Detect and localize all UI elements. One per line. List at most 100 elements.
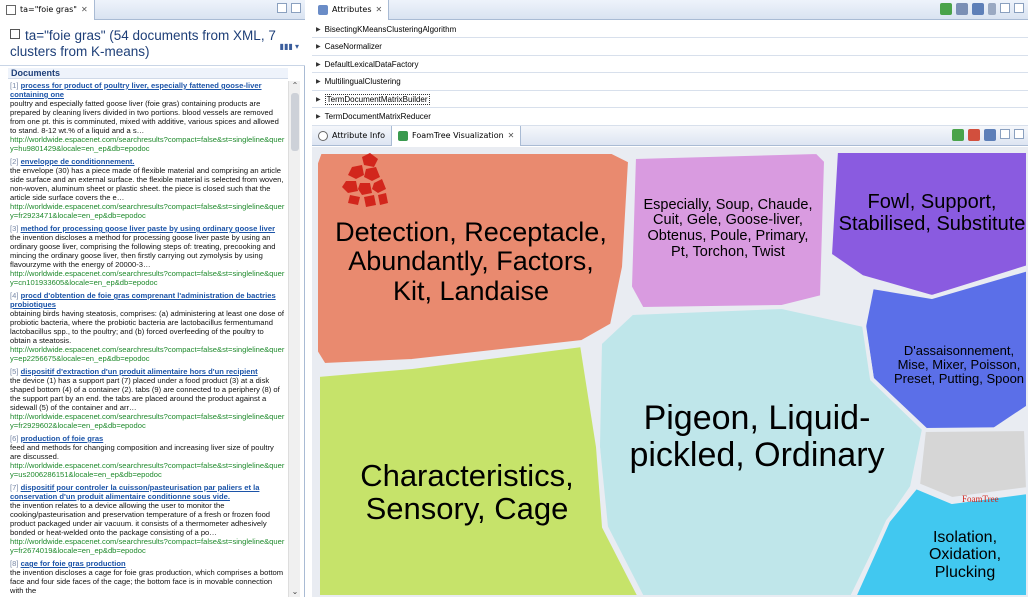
minimize-icon[interactable] [277,3,287,13]
attribute-group-row[interactable]: ▶ BisectingKMeansClusteringAlgorithm [312,21,1028,38]
doc-url-link[interactable]: http://worldwide.espacenet.com/searchres… [10,202,286,220]
close-icon[interactable]: ✕ [508,131,515,140]
cluster-label-6: Isolation, Oxidation, Plucking [928,529,1002,581]
tab-foamtree[interactable]: FoamTree Visualization ✕ [392,125,522,146]
maximize-icon[interactable] [291,3,301,13]
tab-documents[interactable]: ta="foie gras" ✕ [0,0,95,20]
doc-title-link[interactable]: cage for foie gras production [21,559,126,568]
close-icon[interactable]: ✕ [81,5,88,14]
doc-number: [2] [10,157,19,166]
tab-attributes-label: Attributes [332,5,372,14]
group-attributes-icon[interactable] [940,3,952,15]
list-item[interactable]: [4] procd d'obtention de foie gras compr… [10,291,286,363]
doc-snippet: feed and methods for changing compositio… [10,443,274,461]
scroll-down-icon[interactable]: ⌄ [290,587,300,597]
expand-triangle-icon[interactable]: ▶ [316,96,321,103]
attribute-group-label: MultilingualClustering [324,77,401,86]
save-icon[interactable] [984,129,996,141]
attributes-tabbar: Attributes ✕ [312,0,1028,20]
doc-url-link[interactable]: http://worldwide.espacenet.com/searchres… [10,461,286,479]
doc-url-link[interactable]: http://worldwide.espacenet.com/searchres… [10,269,286,287]
list-item[interactable]: [6] production of foie gras feed and meth… [10,434,286,479]
doc-snippet: obtaining birds having steatosis, compri… [10,309,284,345]
list-item[interactable]: [8] cage for foie gras production the inv… [10,559,286,595]
sort-icon[interactable] [956,3,968,15]
doc-url-link[interactable]: http://worldwide.espacenet.com/searchres… [10,345,286,363]
doc-title-link[interactable]: enveloppe de conditionnement. [21,157,135,166]
list-item[interactable]: [5] dispositif d'extraction d'un produit… [10,367,286,430]
foamtree-toolbar [952,129,1024,141]
attribute-group-label: DefaultLexicalDataFactory [324,59,419,69]
logo-cell [915,426,1028,502]
attributes-toolbar [940,3,1024,15]
view-menu-icon[interactable]: ▮▮▮ ▾ [280,39,299,55]
expand-triangle-icon[interactable]: ▶ [316,113,321,120]
attribute-group-row[interactable]: ▶ CaseNormalizer [312,38,1028,56]
expand-triangle-icon[interactable]: ▶ [316,78,321,85]
doc-url-link[interactable]: http://worldwide.espacenet.com/searchres… [10,537,286,555]
documents-section-label: Documents [8,68,288,79]
tab-documents-label: ta="foie gras" [20,5,77,14]
foamtree-view: Attribute Info FoamTree Visualization ✕ … [312,125,1028,597]
doc-number: [7] [10,483,19,492]
doc-number: [5] [10,367,19,376]
doc-snippet: the invention discloses a cage for foie … [10,568,284,595]
list-item[interactable]: [2] enveloppe de conditionnement. the env… [10,157,286,220]
doc-number: [3] [10,224,19,233]
doc-title-link[interactable]: procd d'obtention de foie gras comprenan… [10,291,276,309]
maximize-icon[interactable] [1014,3,1024,13]
doc-number: [8] [10,559,19,568]
scroll-up-icon[interactable]: ⌃ [290,81,300,91]
scrollbar-thumb[interactable] [291,93,299,151]
attribute-group-row[interactable]: ▶ DefaultLexicalDataFactory [312,56,1028,73]
help-icon [318,130,328,141]
attributes-icon [318,4,328,15]
cluster-label-3: D'assaisonnement, Mise, Mixer, Poisson, … [893,342,1025,387]
expand-triangle-icon[interactable]: ▶ [316,26,321,33]
expand-triangle-icon[interactable]: ▶ [316,61,321,68]
refresh-icon[interactable] [952,129,964,141]
list-item[interactable]: [3] method for processing goose liver pa… [10,224,286,287]
doc-title-link[interactable]: dispositif d'extraction d'un produit ali… [21,367,258,376]
attribute-group-row[interactable]: ▶ TermDocumentMatrixReducer [312,108,1028,126]
doc-url-link[interactable]: http://worldwide.espacenet.com/searchres… [10,135,286,153]
tab-attribute-info-label: Attribute Info [332,131,386,140]
close-icon[interactable]: ✕ [376,5,383,14]
doc-title-link[interactable]: dispositif pour controler la cuisson/pas… [10,483,259,501]
tab-attribute-info[interactable]: Attribute Info [312,125,393,146]
cluster-label-4: Pigeon, Liquid-pickled, Ordinary [629,399,885,474]
minimize-icon[interactable] [1000,129,1010,139]
list-item[interactable]: [1] process for product of poultry liver… [10,81,286,153]
doc-title-link[interactable]: process for product of poultry liver, es… [10,81,262,99]
tab-attributes[interactable]: Attributes ✕ [312,0,390,20]
view-menu-icon[interactable] [988,3,996,15]
attributes-view: Attributes ✕ ▶ BisectingKMeansClusteringA… [312,0,1028,126]
cluster-label-5: Characteristics, Sensory, Cage [360,457,574,526]
list-item[interactable]: [7] dispositif pour controler la cuisson… [10,483,286,555]
doc-url-link[interactable]: http://worldwide.espacenet.com/searchres… [10,412,286,430]
expand-triangle-icon[interactable]: ▶ [316,43,321,50]
foamtree-logo-text: FoamTree [962,494,999,504]
doc-title-link[interactable]: production of foie gras [21,434,104,443]
attribute-group-label: TermDocumentMatrixBuilder [324,93,430,105]
search-result-icon [6,4,16,15]
query-header-text: ta="foie gras" (54 documents from XML, 7… [10,28,276,59]
minimize-icon[interactable] [1000,3,1010,13]
documents-scrollbar[interactable]: ⌃ ⌄ [288,81,300,597]
maximize-icon[interactable] [1014,129,1024,139]
doc-snippet: the invention discloses a method for pro… [10,233,276,269]
foamtree-visualization[interactable]: Detection, Receptacle, Abundantly, Facto… [312,147,1028,597]
cluster-label-1: Especially, Soup, Chaude, Cuit, Gele, Go… [643,196,813,260]
query-header: ta="foie gras" (54 documents from XML, 7… [0,20,305,66]
doc-title-link[interactable]: method for processing goose liver paste … [21,224,275,233]
attribute-group-row[interactable]: ▶ TermDocumentMatrixBuilder [312,91,1028,108]
search-result-icon [10,29,20,39]
documents-window-controls [277,3,301,13]
doc-snippet: poultry and especially fatted goose live… [10,99,279,135]
attribute-group-label: CaseNormalizer [324,42,382,51]
attribute-group-label: BisectingKMeansClusteringAlgorithm [324,24,457,34]
settings-icon[interactable] [968,129,980,141]
save-icon[interactable] [972,3,984,15]
attribute-group-row[interactable]: ▶ MultilingualClustering [312,73,1028,91]
foamtree-icon [398,130,409,141]
